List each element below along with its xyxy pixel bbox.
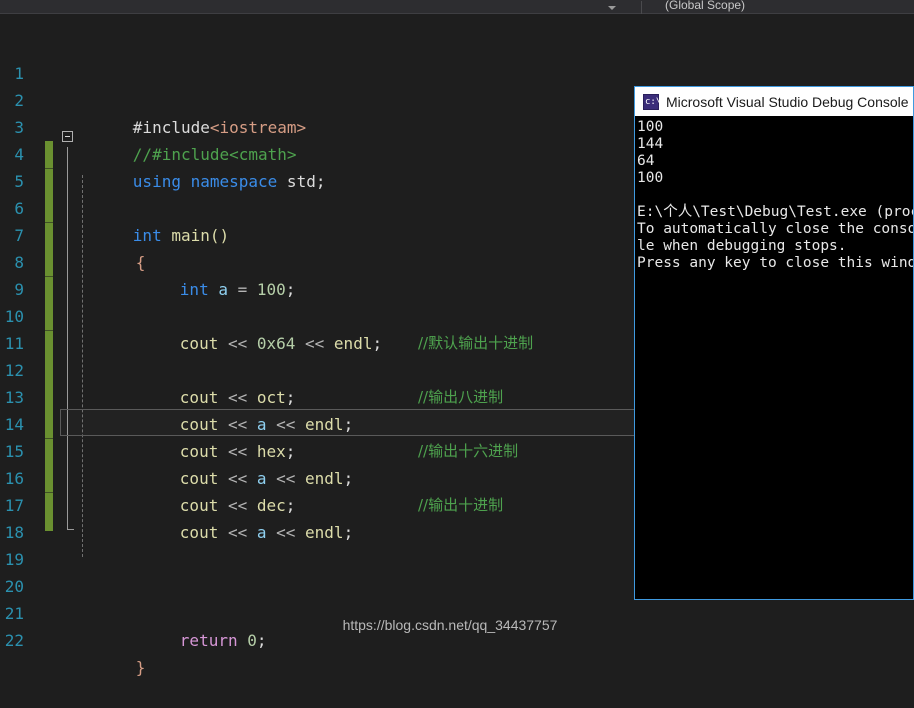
debug-console-window[interactable]: Microsoft Visual Studio Debug Console 10… [634,86,914,600]
nav-scope-label[interactable]: (Global Scope) [665,0,745,12]
chevron-down-icon [608,5,616,10]
console-output-line: 144 [637,136,664,152]
code-token: ; [256,631,267,650]
console-title-label: Microsoft Visual Studio Debug Console [666,93,909,110]
navigation-bar: (Global Scope) [0,0,914,15]
code-token: } [135,658,146,677]
console-output-line: 64 [637,153,655,169]
code-line[interactable]: 1 #include<iostream> [0,33,914,137]
console-output-line: 100 [637,119,664,135]
code-token: return [179,631,238,650]
nav-divider [641,1,642,14]
watermark-url: https://blog.csdn.net/qq_34437757 [342,617,558,633]
console-output-line: 100 [637,170,664,186]
console-output-line: E:\个人\Test\Debug\Test.exe (proces [637,204,913,220]
console-output-blank-line [637,187,913,204]
nav-scope-dropdown-left[interactable] [560,0,622,15]
code-token: 0 [237,631,257,650]
console-output-line: Press any key to close this window [637,255,913,271]
console-app-icon [643,93,661,110]
console-output-area[interactable]: 100 144 64 100 E:\个人\Test\Debug\Test.exe… [635,116,913,599]
console-title-bar[interactable]: Microsoft Visual Studio Debug Console [635,87,913,116]
console-output-line: To automatically close the console [637,221,913,237]
console-output-line: le when debugging stops. [637,238,847,254]
code-line[interactable]: 2 //#include<cmath> [0,60,914,164]
